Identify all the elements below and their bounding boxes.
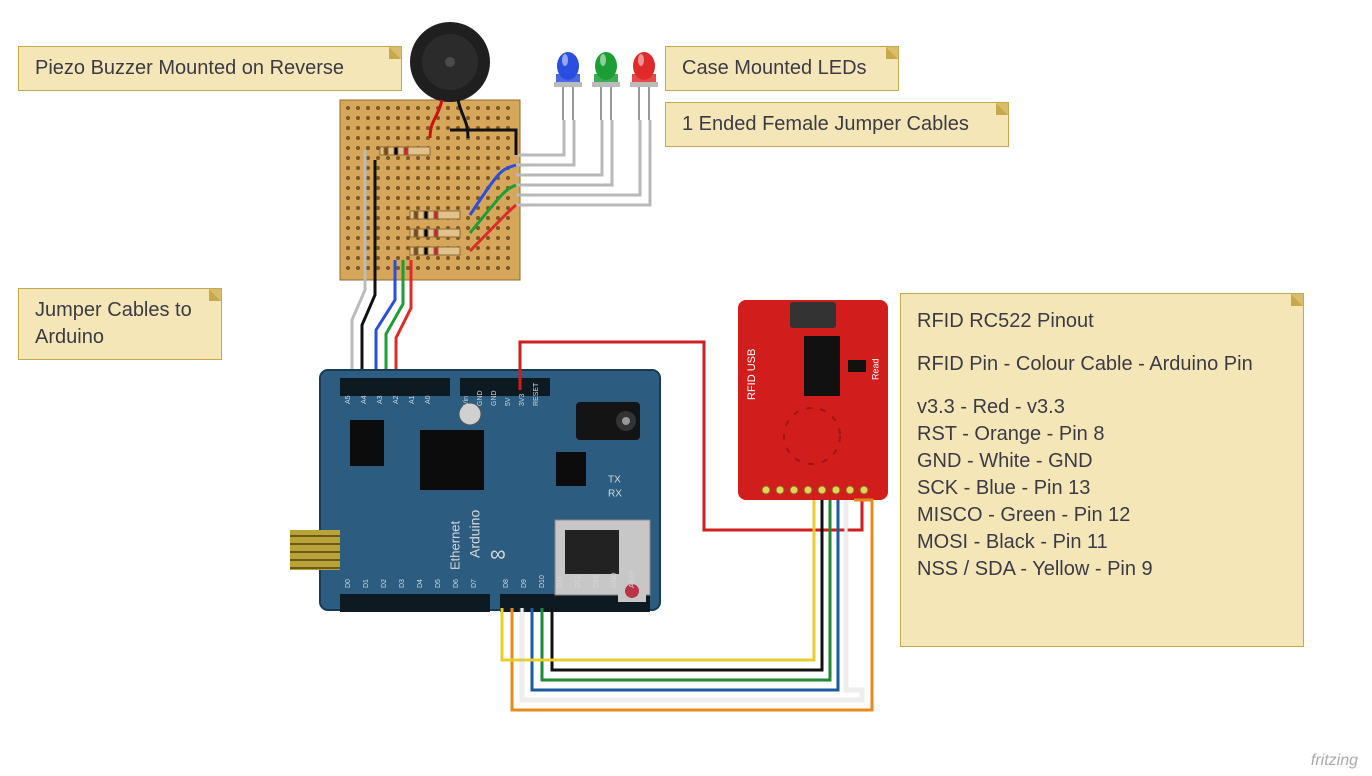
rx-label: RX <box>608 489 622 500</box>
svg-text:A5: A5 <box>345 395 352 404</box>
svg-text:A4: A4 <box>361 395 368 404</box>
svg-text:Vin: Vin <box>463 396 470 406</box>
svg-text:D7: D7 <box>471 579 478 588</box>
svg-text:A1: A1 <box>409 395 416 404</box>
svg-text:D3: D3 <box>399 579 406 588</box>
svg-text:A2: A2 <box>393 395 400 404</box>
svg-text:GND: GND <box>611 572 618 588</box>
svg-text:D5: D5 <box>435 579 442 588</box>
svg-text:D10: D10 <box>539 575 546 588</box>
rfid-read-label: Read <box>870 358 880 380</box>
svg-text:AREF: AREF <box>629 569 636 588</box>
rfid-usb-label: RFID USB <box>746 349 758 400</box>
svg-text:D9: D9 <box>521 579 528 588</box>
svg-text:D4: D4 <box>417 579 424 588</box>
svg-text:5V: 5V <box>505 397 512 406</box>
svg-text:D12: D12 <box>575 575 582 588</box>
infinity-label: ∞ <box>490 541 506 566</box>
led-green <box>592 52 620 120</box>
led-blue <box>554 52 582 120</box>
svg-text:D1: D1 <box>363 579 370 588</box>
arduino-board: Arduino Ethernet ∞ TX RX A5 A4 A3 A2 A1 A0 Vin… <box>290 370 660 612</box>
svg-text:RESET: RESET <box>533 382 540 406</box>
svg-text:GND: GND <box>491 390 498 406</box>
svg-text:A0: A0 <box>425 395 432 404</box>
svg-text:D11: D11 <box>557 576 564 588</box>
ethernet-label: Ethernet <box>447 520 462 570</box>
svg-text:A3: A3 <box>377 395 384 404</box>
svg-text:GND: GND <box>477 390 484 406</box>
svg-text:D8: D8 <box>503 579 510 588</box>
tx-label: TX <box>608 475 621 486</box>
svg-text:D0: D0 <box>345 579 352 588</box>
rfid-module: RFID USB Read <box>738 300 888 500</box>
svg-text:D6: D6 <box>453 579 460 588</box>
svg-text:D13: D13 <box>593 575 600 588</box>
svg-text:D2: D2 <box>381 579 388 588</box>
led-group <box>554 52 658 120</box>
svg-text:3V3: 3V3 <box>519 393 526 406</box>
diagram-canvas: Arduino Ethernet ∞ TX RX A5 A4 A3 A2 A1 A0 Vin… <box>0 0 1372 776</box>
led-red <box>630 52 658 120</box>
arduino-brand-label: Arduino <box>467 510 483 558</box>
